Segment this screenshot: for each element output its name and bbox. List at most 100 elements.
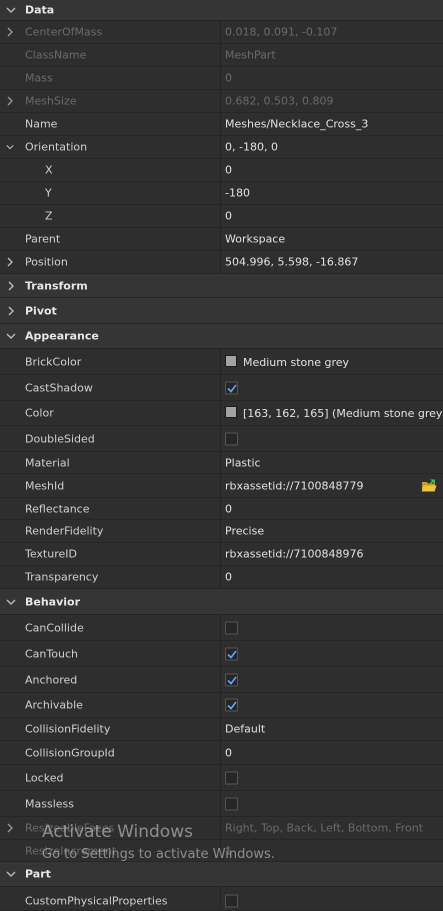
section-transform-header[interactable]: Transform xyxy=(0,274,443,298)
prop-row-massless[interactable]: Massless xyxy=(0,791,443,817)
column-divider xyxy=(220,498,221,519)
prop-row-transparency[interactable]: Transparency 0 xyxy=(0,566,443,589)
prop-row-position[interactable]: Position 504.996, 5.598, -16.867 xyxy=(0,251,443,274)
prop-row-resizeablefaces[interactable]: ResizeableFaces Right, Top, Back, Left, … xyxy=(0,817,443,840)
prop-value-input[interactable]: Meshes/Necklace_Cross_3 xyxy=(225,118,368,131)
prop-row-anchored[interactable]: Anchored xyxy=(0,667,443,693)
folder-open-icon[interactable] xyxy=(421,479,437,493)
prop-name: Material xyxy=(25,456,70,469)
prop-row-cantouch[interactable]: CanTouch xyxy=(0,641,443,667)
section-appearance-header[interactable]: Appearance xyxy=(0,324,443,349)
column-divider xyxy=(220,159,221,181)
prop-name: Archivable xyxy=(25,698,83,712)
chevron-right-icon xyxy=(8,281,14,290)
prop-row-reflectance[interactable]: Reflectance 0 xyxy=(0,498,443,520)
prop-row-collisiongroupid[interactable]: CollisionGroupId 0 xyxy=(0,741,443,765)
prop-name: MeshSize xyxy=(25,94,77,108)
prop-value-input[interactable]: 504.996, 5.598, -16.867 xyxy=(225,256,358,269)
prop-row-collisionfidelity[interactable]: CollisionFidelity Default xyxy=(0,718,443,741)
prop-value-color-picker[interactable]: [163, 162, 165] (Medium stone grey) xyxy=(225,406,443,420)
prop-name: DoubleSided xyxy=(25,432,95,445)
checkbox-unchecked[interactable] xyxy=(225,771,238,784)
prop-value-dropdown[interactable]: Precise xyxy=(225,525,264,538)
section-data-header[interactable]: Data xyxy=(0,0,443,21)
prop-value-input[interactable]: 0 xyxy=(225,164,232,177)
prop-row-resizeincrement[interactable]: ResizeIncrement 1 xyxy=(0,840,443,862)
column-divider xyxy=(220,401,221,425)
prop-name: Parent xyxy=(25,232,61,246)
prop-value-input[interactable]: 0 xyxy=(225,210,232,223)
prop-value-input[interactable]: 0 xyxy=(225,571,232,584)
prop-row-meshid[interactable]: MeshId rbxassetid://7100848779 xyxy=(0,474,443,498)
checkbox-checked[interactable] xyxy=(225,647,238,660)
chevron-down-icon[interactable] xyxy=(6,142,14,152)
prop-row-name[interactable]: Name Meshes/Necklace_Cross_3 xyxy=(0,113,443,136)
checkbox-unchecked[interactable] xyxy=(225,894,238,908)
prop-row-cancollide[interactable]: CanCollide xyxy=(0,615,443,641)
prop-name: CollisionGroupId xyxy=(25,746,115,759)
checkbox-checked[interactable] xyxy=(225,673,238,686)
prop-value-input[interactable]: 0, -180, 0 xyxy=(225,141,278,154)
column-divider xyxy=(220,349,221,374)
column-divider xyxy=(220,566,221,588)
prop-value-input[interactable]: 0 xyxy=(225,502,232,515)
prop-name: TextureID xyxy=(25,547,77,561)
column-divider xyxy=(220,44,221,66)
prop-value-dropdown[interactable]: Plastic xyxy=(225,456,261,469)
section-part-header[interactable]: Part xyxy=(0,862,443,887)
checkbox-checked[interactable] xyxy=(225,698,238,712)
checkbox-unchecked[interactable] xyxy=(225,621,238,634)
section-behavior-header[interactable]: Behavior xyxy=(0,589,443,615)
prop-value-input[interactable]: -180 xyxy=(225,187,250,200)
column-divider xyxy=(220,641,221,666)
prop-row-centerofmass[interactable]: CenterOfMass 0.018, 0.091, -0.107 xyxy=(0,21,443,44)
chevron-right-icon[interactable] xyxy=(6,823,14,833)
prop-row-textureid[interactable]: TextureID rbxassetid://7100848976 xyxy=(0,543,443,566)
chevron-right-icon[interactable] xyxy=(6,257,14,267)
prop-name: CollisionFidelity xyxy=(25,722,111,736)
prop-value-input[interactable]: 0 xyxy=(225,746,232,759)
prop-row-orientation-x[interactable]: X 0 xyxy=(0,159,443,182)
prop-name: Reflectance xyxy=(25,502,90,515)
checkbox-checked[interactable] xyxy=(225,381,238,394)
prop-row-parent[interactable]: Parent Workspace xyxy=(0,228,443,251)
checkbox-unchecked[interactable] xyxy=(225,432,238,445)
chevron-right-icon[interactable] xyxy=(6,96,14,106)
prop-row-archivable[interactable]: Archivable xyxy=(0,693,443,718)
column-divider xyxy=(220,67,221,89)
checkbox-unchecked[interactable] xyxy=(225,797,238,810)
color-swatch-icon xyxy=(225,406,237,418)
prop-row-orientation-z[interactable]: Z 0 xyxy=(0,205,443,228)
column-divider xyxy=(220,543,221,565)
prop-value: Right, Top, Back, Left, Bottom, Front xyxy=(225,821,424,835)
column-divider xyxy=(220,228,221,250)
prop-row-customphysicalproperties[interactable]: CustomPhysicalProperties xyxy=(0,887,443,911)
prop-row-doublesided[interactable]: DoubleSided xyxy=(0,426,443,452)
prop-value: MeshPart xyxy=(225,48,276,62)
prop-row-locked[interactable]: Locked xyxy=(0,765,443,791)
section-pivot-header[interactable]: Pivot xyxy=(0,298,443,324)
column-divider xyxy=(220,791,221,816)
prop-row-meshsize[interactable]: MeshSize 0.682, 0.503, 0.809 xyxy=(0,90,443,113)
prop-name: ResizeIncrement xyxy=(25,844,117,857)
prop-row-castshadow[interactable]: CastShadow xyxy=(0,375,443,401)
chevron-right-icon[interactable] xyxy=(6,27,14,37)
column-divider xyxy=(220,205,221,227)
prop-row-material[interactable]: Material Plastic xyxy=(0,452,443,474)
prop-row-mass[interactable]: Mass 0 xyxy=(0,67,443,90)
prop-value-input[interactable]: rbxassetid://7100848779 xyxy=(225,479,363,492)
prop-row-classname[interactable]: ClassName MeshPart xyxy=(0,44,443,67)
prop-value-dropdown[interactable]: Default xyxy=(225,723,265,736)
prop-row-orientation-y[interactable]: Y -180 xyxy=(0,182,443,205)
prop-row-renderfidelity[interactable]: RenderFidelity Precise xyxy=(0,520,443,543)
chevron-down-icon xyxy=(6,7,16,13)
prop-name: Color xyxy=(25,406,54,420)
prop-value-input[interactable]: rbxassetid://7100848976 xyxy=(225,548,363,561)
prop-value[interactable]: Workspace xyxy=(225,233,285,246)
chevron-down-icon xyxy=(6,333,16,339)
prop-row-brickcolor[interactable]: BrickColor Medium stone grey xyxy=(0,349,443,375)
prop-row-orientation[interactable]: Orientation 0, -180, 0 xyxy=(0,136,443,159)
prop-value-color-picker[interactable]: Medium stone grey xyxy=(225,354,349,369)
prop-value-text: [163, 162, 165] (Medium stone grey) xyxy=(243,407,443,420)
prop-row-color[interactable]: Color [163, 162, 165] (Medium stone grey… xyxy=(0,401,443,426)
